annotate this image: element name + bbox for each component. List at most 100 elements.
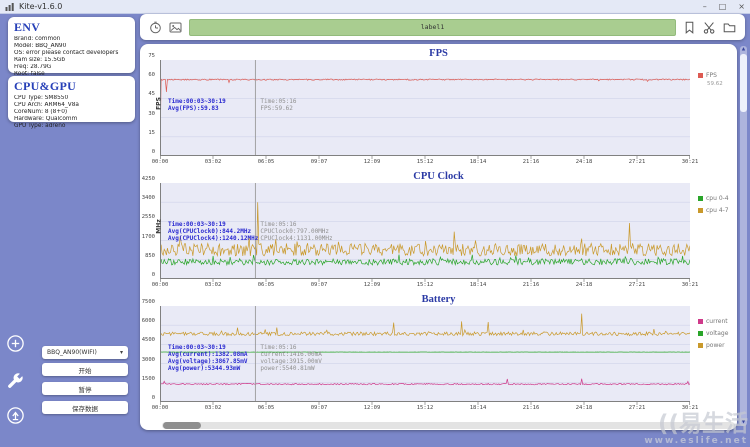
cpugpu-info-line: Hardware: Qualcomm [14,115,78,122]
x-tick-label: 21:16 [522,405,540,411]
env-info-line: Model: BBQ_AN90 [14,42,67,49]
x-tick-label: 21:16 [522,159,540,165]
add-button[interactable] [6,334,25,353]
charts-panel: FPS FPS 0 15 30 45 60 75 00:00 03:02 06:05 09:07… [140,44,737,430]
y-tick-label: 75 [148,53,155,59]
device-select[interactable]: BBQ_AN90(WIFI) ▾ [42,346,128,359]
close-button[interactable]: × [738,2,745,12]
wrench-icon [8,373,23,388]
action-button[interactable]: 暂停 [42,382,128,395]
legend-item-FPS[interactable]: FPS [698,72,723,79]
chart-legend: current voltage power [698,318,728,354]
x-axis-ticks: 00:00 03:02 06:05 09:07 12:09 15:12 18:14 21:16… [152,159,699,167]
legend-label: cpu 4-7 [706,207,729,214]
legend-swatch [698,208,703,213]
legend-item-current[interactable]: current [698,318,728,325]
x-tick-label: 30:21 [681,282,699,288]
x-tick-label: 12:09 [363,405,381,411]
legend-item-voltage[interactable]: voltage [698,330,728,337]
cpugpu-panel: CPU&GPU CPU Type: SM8550 CPU Arch: ARM64_… [8,76,135,129]
horizontal-scrollbar-handle[interactable] [163,422,201,429]
cursor-annotation: Time:05:16 CPUClock0:797.00MHz CPUClock4:1… [260,221,333,243]
legend-swatch [698,343,703,348]
action-button[interactable]: 保存数据 [42,401,128,414]
vertical-scrollbar-handle[interactable] [740,54,747,112]
action-button[interactable]: 开始 [42,363,128,376]
x-tick-label: 00:00 [151,282,169,288]
x-tick-label: 00:00 [151,159,169,165]
chart-title: CPU Clock [413,171,464,182]
x-axis-ticks: 00:00 03:02 06:05 09:07 12:09 15:12 18:14 21:16… [152,282,699,290]
summary-annotation: Time:00:03~30:19 Avg(current):1382.08mA Av… [168,344,248,373]
vertical-scrollbar[interactable]: ▲ ▼ [740,46,747,426]
screenshot-icon[interactable] [169,21,182,34]
x-tick-label: 12:09 [363,282,381,288]
cpugpu-info-line: CPU Type: SM8550 [14,95,69,101]
legend-label: cpu 0-4 [706,195,729,202]
horizontal-scrollbar[interactable] [162,422,735,429]
legend-item-cpu-4-7[interactable]: cpu 4-7 [698,207,729,214]
x-tick-label: 03:02 [204,159,222,165]
x-tick-label: 06:05 [257,159,275,165]
timer-icon[interactable] [149,21,162,34]
cursor-annotation: Time:05:16 FPS:59.62 [260,98,297,113]
cpugpu-info-line: CoreNum: 8 (8+0) [14,108,68,115]
folder-icon[interactable] [723,21,736,34]
legend-item-cpu-0-4[interactable]: cpu 0-4 [698,195,729,202]
plot-canvas [160,60,690,159]
legend-swatch [698,331,703,336]
env-info-line: Brand: common [14,36,61,42]
summary-annotation: Time:00:03~30:19 Avg(FPS):59.83 [168,98,226,113]
settings-button[interactable] [6,371,25,390]
y-tick-label: 6000 [141,318,155,325]
chart-cpu-clock: CPU Clock MHz 0 850 1700 2550 3400 4250 00:00… [140,171,737,293]
legend-label: voltage [706,330,729,337]
x-tick-label: 27:21 [628,282,646,288]
upload-circle-icon [7,407,24,424]
plot-area: FPS 0 15 30 45 60 75 00:00 03:02 06:05 09:07 12:0… [148,53,698,165]
y-tick-label: 30 [148,110,155,117]
x-tick-label: 15:12 [416,159,434,165]
env-panel: ENV Brand: common Model: BBQ_AN90 OS: erro… [8,17,135,84]
y-tick-label: 0 [151,395,155,401]
env-info-line: Freq: 28.79G [14,63,52,70]
watermark-url: www.eslife.net [644,436,748,446]
add-circle-icon [7,335,24,352]
chart-legend: cpu 0-4 cpu 4-7 [698,195,729,219]
scroll-down-icon[interactable]: ▼ [740,419,747,426]
y-tick-label: 60 [148,72,155,79]
y-tick-label: 1700 [141,233,155,240]
y-tick-label: 4250 [141,176,155,182]
y-tick-label: 4500 [141,337,155,344]
title-bar: Kite-v1.6.0 – □ × [0,0,750,14]
x-tick-label: 18:14 [469,282,487,288]
x-tick-label: 30:21 [681,159,699,165]
y-tick-label: 0 [151,149,155,155]
app-window: Kite-v1.6.0 – □ × ENV Brand: common Model… [0,0,750,447]
label-text: label1 [420,23,445,31]
legend-item-power[interactable]: power [698,342,728,349]
chart-legend: FPS 59.62 [698,72,723,91]
y-tick-label: 2550 [141,214,155,221]
device-select-value: BBQ_AN90(WIFI) [47,349,97,356]
action-buttons: 开始 暂停 保存数据 [42,363,128,420]
label-input[interactable]: label1 [189,18,676,36]
y-axis-ticks: 0 850 1700 2550 3400 4250 [136,176,157,279]
minimize-button[interactable]: – [703,2,707,12]
y-tick-label: 3000 [141,356,155,363]
upload-button[interactable] [6,406,25,425]
maximize-button[interactable]: □ [719,2,727,12]
env-panel-title: ENV [14,20,41,34]
y-tick-label: 7500 [141,299,155,305]
cursor-annotation: Time:05:16 current:1416.00mA voltage:3915.… [260,344,322,373]
bookmark-icon[interactable] [683,21,696,34]
x-tick-label: 09:07 [310,282,328,288]
top-toolbar: label1 [140,14,745,40]
chart-fps: FPS FPS 0 15 30 45 60 75 00:00 03:02 06:05 09:07… [140,48,737,170]
scissors-icon[interactable] [703,21,716,34]
x-tick-label: 18:14 [469,159,487,165]
legend-swatch [698,73,703,78]
x-tick-label: 09:07 [310,159,328,165]
scroll-up-icon[interactable]: ▲ [740,46,747,53]
window-title: Kite-v1.6.0 [19,2,63,11]
